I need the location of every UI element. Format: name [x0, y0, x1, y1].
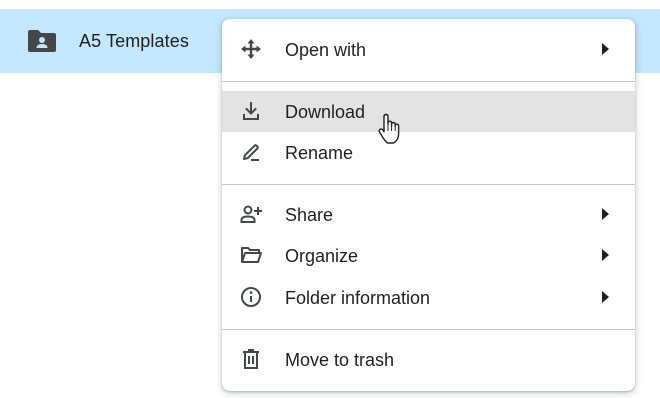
- folder-open-icon: [239, 243, 263, 267]
- menu-item-open-with[interactable]: Open with: [222, 29, 635, 70]
- menu-item-label: Move to trash: [285, 350, 395, 370]
- move-arrows-icon: [239, 37, 263, 61]
- menu-item-rename[interactable]: Rename: [222, 132, 635, 173]
- menu-item-folder-information[interactable]: Folder information: [222, 277, 635, 318]
- menu-divider: [222, 81, 635, 82]
- menu-divider: [222, 184, 635, 185]
- menu-item-label: Rename: [285, 143, 354, 163]
- menu-item-download[interactable]: Download: [222, 91, 635, 132]
- menu-item-label: Download: [285, 102, 366, 122]
- menu-item-label: Folder information: [285, 288, 431, 308]
- submenu-arrow-icon: [602, 43, 609, 55]
- menu-divider: [222, 329, 635, 330]
- hand-cursor-icon: [376, 112, 404, 146]
- context-menu: Open with Download Rename Share Organize…: [222, 19, 635, 391]
- submenu-arrow-icon: [602, 291, 609, 303]
- shared-folder-icon: [28, 30, 56, 52]
- folder-name: A5 Templates: [79, 31, 189, 51]
- menu-item-label: Organize: [285, 246, 359, 266]
- menu-item-label: Open with: [285, 40, 367, 60]
- menu-item-label: Share: [285, 205, 334, 225]
- pencil-icon: [239, 140, 263, 164]
- person-add-icon: [239, 202, 263, 226]
- menu-item-move-to-trash[interactable]: Move to trash: [222, 339, 635, 380]
- menu-item-organize[interactable]: Organize: [222, 235, 635, 276]
- submenu-arrow-icon: [602, 208, 609, 220]
- trash-icon: [239, 347, 263, 371]
- menu-item-share[interactable]: Share: [222, 194, 635, 235]
- download-icon: [239, 99, 263, 123]
- info-icon: [239, 285, 263, 309]
- submenu-arrow-icon: [602, 249, 609, 261]
